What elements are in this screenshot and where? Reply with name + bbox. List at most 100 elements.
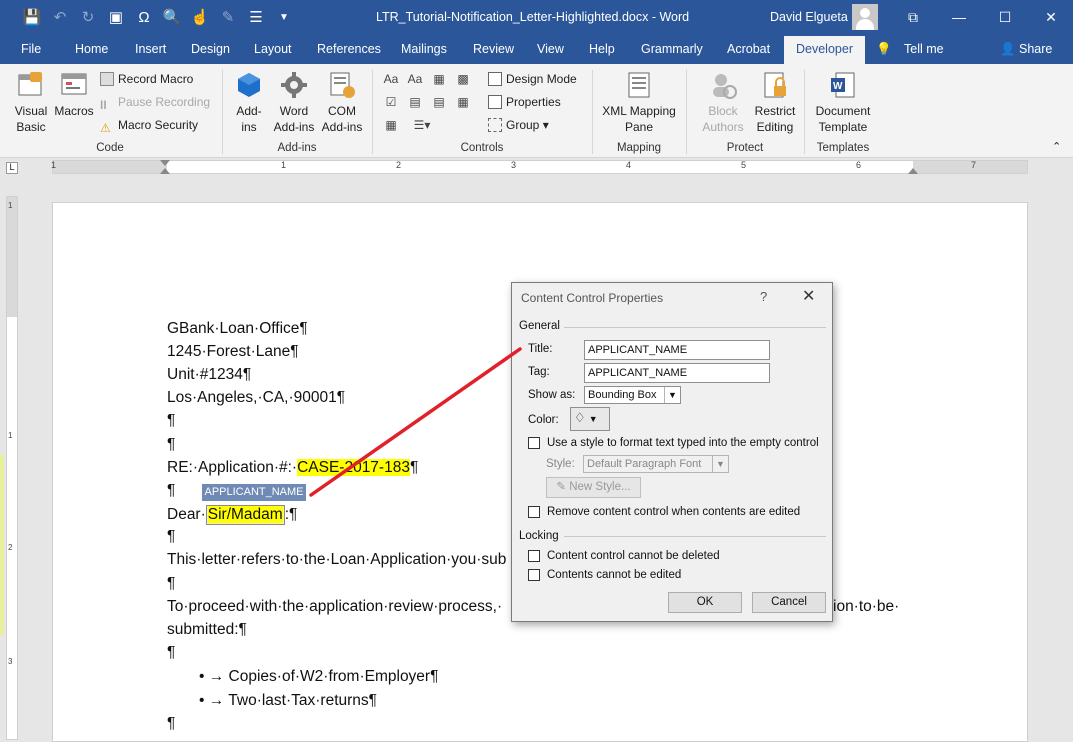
- group-button[interactable]: Group ▾: [488, 118, 549, 132]
- paragraph-mark[interactable]: ¶: [167, 412, 175, 430]
- tab-references[interactable]: References: [317, 42, 381, 56]
- record-macro-button[interactable]: Record Macro: [100, 72, 193, 86]
- tab-grammarly[interactable]: Grammarly: [641, 42, 703, 56]
- ribbon-display-options-button[interactable]: ⧉: [898, 6, 928, 28]
- collapse-ribbon-icon[interactable]: ⌃: [1052, 140, 1061, 153]
- case-number[interactable]: CASE-2017-183: [297, 459, 410, 476]
- use-style-checkbox[interactable]: [528, 437, 540, 449]
- tab-mailings[interactable]: Mailings: [401, 42, 447, 56]
- tell-me-box[interactable]: Tell me: [904, 42, 944, 56]
- address-line[interactable]: Unit·#1234¶: [167, 366, 251, 384]
- pause-recording-button[interactable]: II Pause Recording: [100, 95, 210, 112]
- maximize-button[interactable]: ☐: [990, 6, 1020, 28]
- checkbox-control-icon[interactable]: ☑: [382, 94, 400, 110]
- bullet-item[interactable]: • → Two·last·Tax·returns¶: [199, 692, 377, 710]
- body-paragraph[interactable]: To·proceed·with·the·application·review·p…: [167, 598, 502, 616]
- add-ins-button[interactable]: Add-ins: [230, 70, 268, 135]
- document-template-button[interactable]: W Document Template: [810, 70, 876, 135]
- right-indent-marker[interactable]: [908, 168, 918, 174]
- repeating-section-control-icon[interactable]: ▦: [382, 117, 400, 133]
- macro-security-button[interactable]: ⚠ Macro Security: [100, 118, 198, 135]
- share-icon[interactable]: 👤: [1000, 42, 1016, 57]
- picture-control-icon[interactable]: ▦: [430, 71, 448, 87]
- first-line-indent-marker[interactable]: [160, 160, 170, 166]
- xml-mapping-pane-button[interactable]: XML Mapping Pane: [598, 70, 680, 135]
- remove-control-checkbox[interactable]: [528, 506, 540, 518]
- dialog-close-button[interactable]: ✕: [802, 286, 815, 306]
- combo-box-control-icon[interactable]: ▤: [406, 94, 424, 110]
- address-line[interactable]: GBank·Loan·Office¶: [167, 320, 308, 338]
- touch-icon[interactable]: ☝: [186, 8, 214, 28]
- style-select[interactable]: Default Paragraph Font ▼: [583, 455, 729, 473]
- tab-view[interactable]: View: [537, 42, 564, 56]
- block-authors-button[interactable]: Block Authors: [692, 70, 754, 135]
- tab-home[interactable]: Home: [75, 42, 108, 56]
- paragraph-mark[interactable]: ¶: [167, 715, 175, 733]
- body-paragraph[interactable]: This·letter·refers·to·the·Loan·Applicati…: [167, 551, 506, 569]
- paragraph-mark[interactable]: ¶: [167, 528, 175, 546]
- tab-help[interactable]: Help: [589, 42, 615, 56]
- customize-icon[interactable]: ▼: [270, 8, 298, 28]
- restrict-editing-button[interactable]: Restrict Editing: [750, 70, 800, 135]
- help-button[interactable]: ?: [760, 289, 767, 304]
- list-icon[interactable]: ☰: [242, 8, 270, 28]
- content-control-box[interactable]: Sir/Madam: [205, 505, 285, 525]
- ok-button[interactable]: OK: [668, 592, 742, 613]
- building-block-control-icon[interactable]: ▩: [454, 71, 472, 87]
- undo-icon[interactable]: ↶: [46, 8, 74, 28]
- paragraph-mark[interactable]: ¶: [167, 436, 175, 454]
- tab-review[interactable]: Review: [473, 42, 514, 56]
- save-icon[interactable]: 💾: [18, 8, 46, 28]
- cannot-edit-checkbox[interactable]: [528, 569, 540, 581]
- minimize-button[interactable]: —: [944, 6, 974, 28]
- body-paragraph-tail[interactable]: ion·to·be·: [833, 598, 899, 616]
- tab-layout[interactable]: Layout: [254, 42, 292, 56]
- tab-selector[interactable]: L: [6, 162, 18, 174]
- vertical-ruler[interactable]: 1 1 2 3: [6, 196, 18, 740]
- legacy-tools-icon[interactable]: ☰▾: [408, 117, 436, 133]
- color-picker-button[interactable]: ♢ ▼: [570, 407, 610, 431]
- date-picker-control-icon[interactable]: ▦: [454, 94, 472, 110]
- paragraph-mark[interactable]: ¶: [167, 482, 175, 500]
- design-mode-button[interactable]: Design Mode: [488, 72, 577, 86]
- com-add-ins-button[interactable]: COM Add-ins: [318, 70, 366, 135]
- word-add-ins-button[interactable]: Word Add-ins: [270, 70, 318, 135]
- close-button[interactable]: ✕: [1036, 6, 1066, 28]
- show-as-select[interactable]: Bounding Box ▼: [584, 386, 681, 404]
- address-line[interactable]: 1245·Forest·Lane¶: [167, 343, 299, 361]
- tab-design[interactable]: Design: [191, 42, 230, 56]
- tab-file[interactable]: File: [21, 42, 41, 56]
- share-button[interactable]: Share: [1019, 42, 1052, 56]
- tab-insert[interactable]: Insert: [135, 42, 166, 56]
- rich-text-control-icon[interactable]: Aa: [382, 71, 400, 87]
- content-control-title-tab[interactable]: APPLICANT_NAME: [202, 484, 306, 501]
- properties-button[interactable]: Properties: [488, 95, 561, 109]
- avatar[interactable]: [852, 4, 878, 30]
- paragraph-mark[interactable]: ¶: [167, 644, 175, 662]
- dropdown-control-icon[interactable]: ▤: [430, 94, 448, 110]
- title-field[interactable]: APPLICANT_NAME: [584, 340, 770, 360]
- format-painter-icon[interactable]: ✎: [214, 8, 242, 28]
- horizontal-ruler[interactable]: 1 1 2 3 4 5 6 7: [51, 160, 1028, 174]
- salutation-line[interactable]: Dear· Sir/Madam:¶: [167, 505, 297, 525]
- print-preview-icon[interactable]: 🔍: [158, 8, 186, 28]
- body-paragraph[interactable]: submitted:¶: [167, 621, 247, 639]
- cannot-delete-checkbox[interactable]: [528, 550, 540, 562]
- paragraph-mark[interactable]: ¶: [167, 575, 175, 593]
- cancel-button[interactable]: Cancel: [752, 592, 826, 613]
- tag-field[interactable]: APPLICANT_NAME: [584, 363, 770, 383]
- tell-me-icon[interactable]: 💡: [876, 42, 892, 57]
- bullet-item[interactable]: • → Copies·of·W2·from·Employer¶: [199, 668, 438, 686]
- special-char-icon[interactable]: Ω: [130, 8, 158, 28]
- tab-developer[interactable]: Developer: [784, 36, 865, 64]
- redo-icon[interactable]: ↻: [74, 8, 102, 28]
- tab-acrobat[interactable]: Acrobat: [727, 42, 770, 56]
- user-name[interactable]: David Elgueta: [770, 10, 848, 24]
- hanging-indent-marker[interactable]: [160, 168, 170, 174]
- touch-mode-icon[interactable]: ▣: [102, 8, 130, 28]
- visual-basic-button[interactable]: Visual Basic: [12, 70, 50, 135]
- plain-text-control-icon[interactable]: Aa: [406, 71, 424, 87]
- re-line[interactable]: RE:·Application·#:·CASE-2017-183¶: [167, 459, 418, 477]
- macros-button[interactable]: Macros: [54, 70, 94, 119]
- address-line[interactable]: Los·Angeles,·CA,·90001¶: [167, 389, 345, 407]
